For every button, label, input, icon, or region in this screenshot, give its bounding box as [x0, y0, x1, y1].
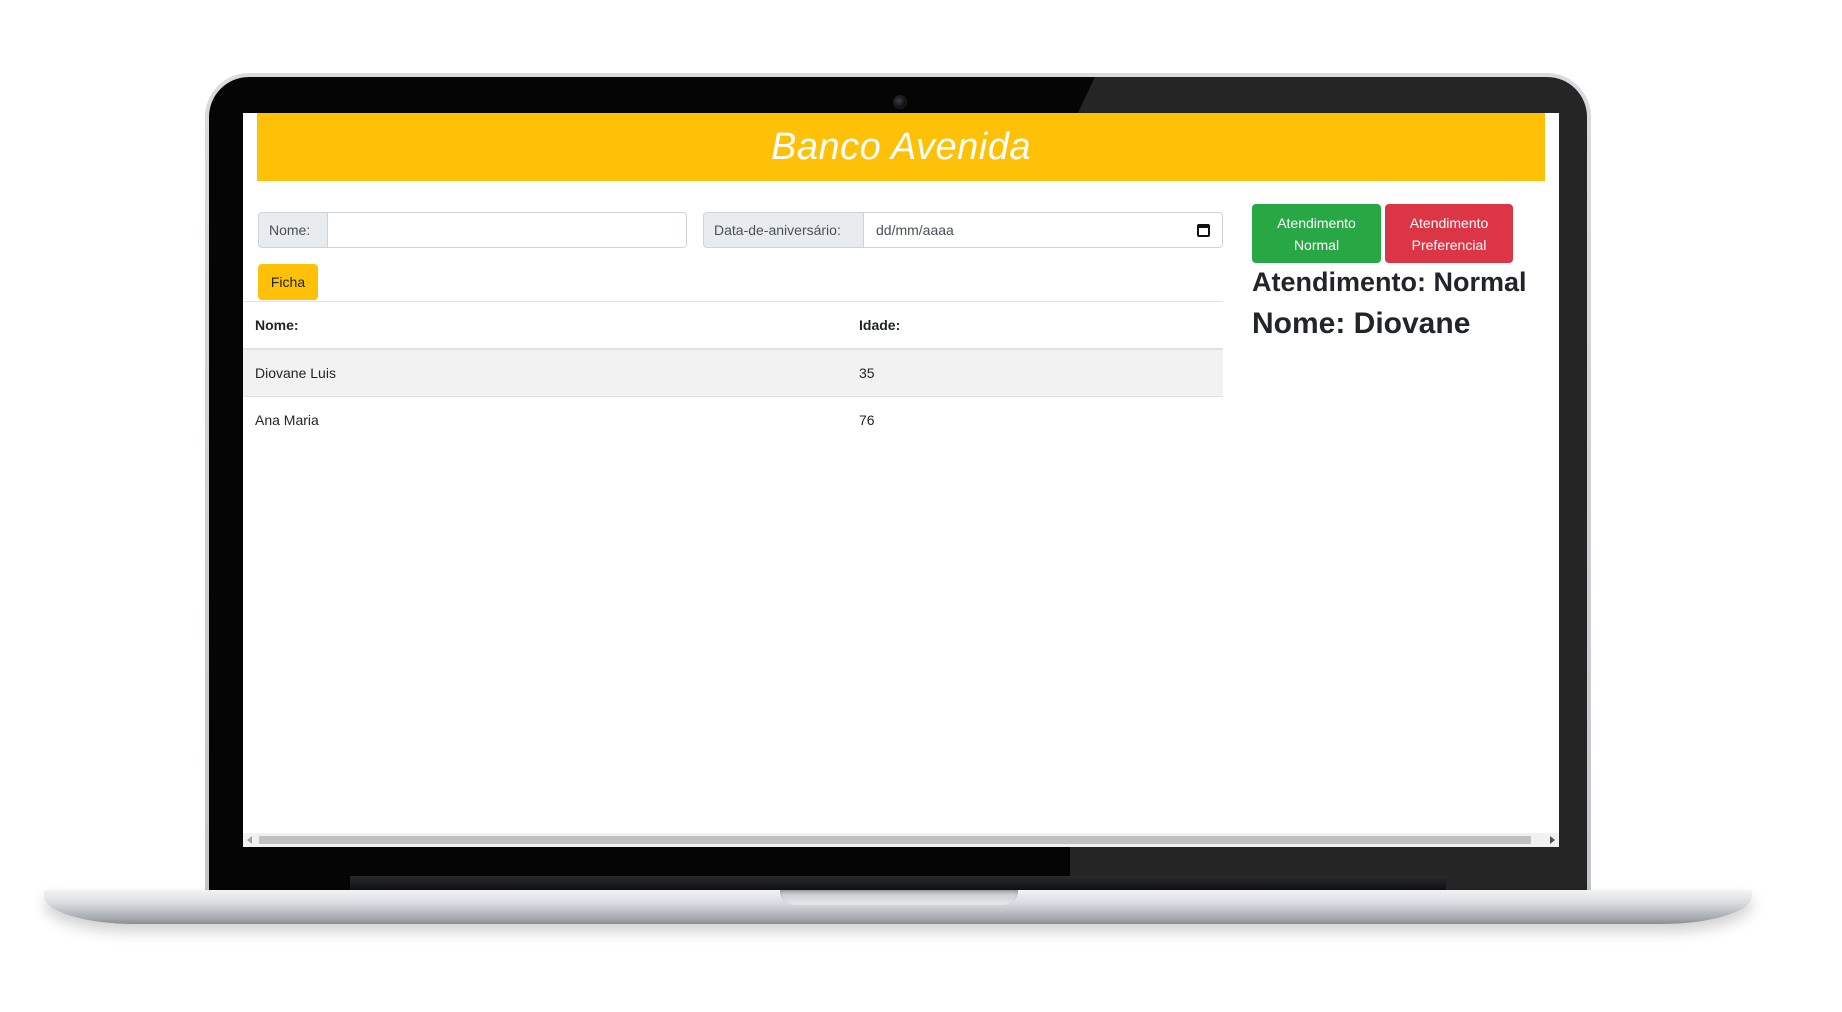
- cell-nome: Ana Maria: [243, 396, 847, 443]
- horizontal-scrollbar[interactable]: [243, 833, 1559, 847]
- nome-input[interactable]: [328, 212, 687, 248]
- data-aniversario-input[interactable]: dd/mm/aaaa: [864, 212, 1223, 248]
- cell-nome: Diovane Luis: [243, 348, 847, 397]
- clientes-table: Nome: Idade: Diovane Luis 35 Ana Maria 7…: [243, 301, 1223, 443]
- table-row[interactable]: Ana Maria 76: [243, 396, 1223, 443]
- scrollbar-thumb[interactable]: [259, 836, 1531, 844]
- atendimento-status: Atendimento: Normal: [1252, 267, 1527, 297]
- table-row[interactable]: Diovane Luis 35: [243, 348, 1223, 397]
- table-header-row: Nome: Idade:: [243, 301, 1223, 350]
- column-header-idade: Idade:: [847, 301, 1223, 350]
- laptop-mockup: Banco Avenida Nome: Data-de-aniversário:…: [0, 0, 1842, 1012]
- nome-input-group: Nome:: [258, 212, 687, 248]
- data-aniversario-label: Data-de-aniversário:: [703, 212, 864, 248]
- scroll-right-icon[interactable]: [1550, 836, 1555, 844]
- data-aniversario-placeholder: dd/mm/aaaa: [876, 222, 954, 238]
- cell-idade: 76: [847, 396, 1223, 443]
- laptop-notch: [780, 890, 1018, 905]
- nome-label: Nome:: [258, 212, 328, 248]
- atendimento-normal-button[interactable]: Atendimento Normal: [1252, 204, 1381, 263]
- app-header: Banco Avenida: [257, 113, 1545, 181]
- camera-icon: [893, 95, 907, 109]
- scroll-left-icon[interactable]: [247, 836, 252, 844]
- nome-status: Nome: Diovane: [1252, 307, 1471, 340]
- calendar-icon[interactable]: [1197, 223, 1210, 237]
- app-title: Banco Avenida: [770, 125, 1032, 168]
- cell-idade: 35: [847, 348, 1223, 397]
- laptop-hinge: [350, 876, 1446, 890]
- ficha-button[interactable]: Ficha: [258, 264, 318, 300]
- data-aniversario-input-group: Data-de-aniversário: dd/mm/aaaa: [703, 212, 1223, 248]
- browser-viewport: Banco Avenida Nome: Data-de-aniversário:…: [243, 113, 1559, 847]
- atendimento-preferencial-button[interactable]: Atendimento Preferencial: [1385, 204, 1513, 263]
- column-header-nome: Nome:: [243, 301, 847, 350]
